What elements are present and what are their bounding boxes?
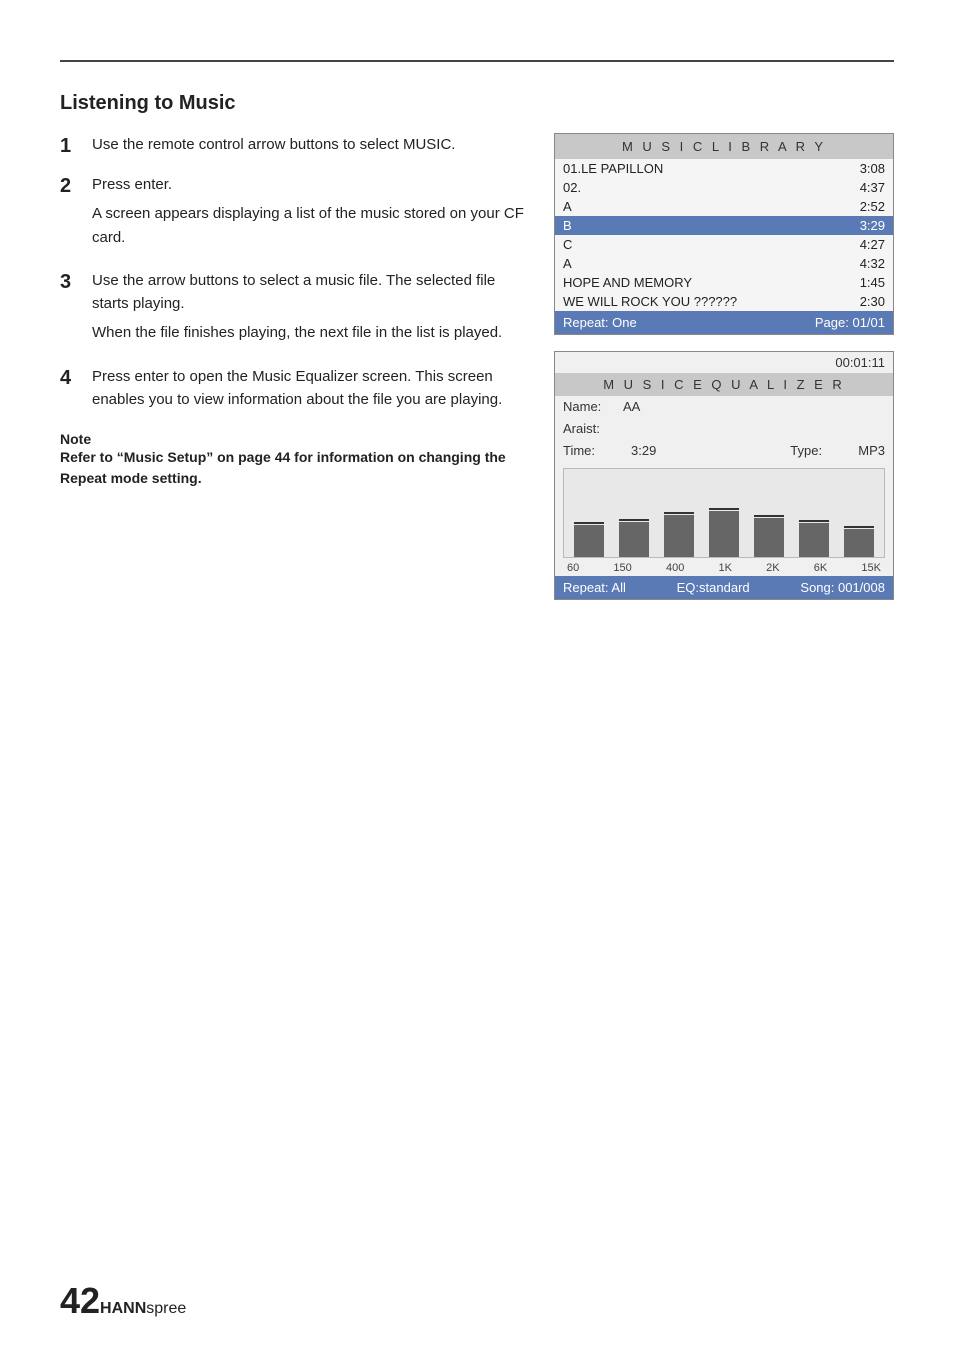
- eq-footer: Repeat: All EQ:standard Song: 001/008: [555, 576, 893, 599]
- library-footer: Repeat: One Page: 01/01: [555, 311, 893, 334]
- library-track-row: C4:27: [555, 235, 893, 254]
- eq-bars-container: [563, 468, 885, 558]
- note-text: Refer to “Music Setup” on page 44 for in…: [60, 447, 524, 489]
- track-name: A: [555, 254, 833, 273]
- track-duration: 2:30: [833, 292, 893, 311]
- track-name: 02.: [555, 178, 833, 197]
- step-1-text: Use the remote control arrow buttons to …: [92, 136, 455, 153]
- library-repeat: Repeat: One: [563, 315, 637, 330]
- eq-labels: 60 150 400 1K 2K 6K 15K: [555, 560, 893, 576]
- track-duration: 4:27: [833, 235, 893, 254]
- note-block: Note Refer to “Music Setup” on page 44 f…: [60, 431, 524, 489]
- eq-mode: EQ:standard: [677, 580, 750, 595]
- eq-bar-group: [703, 473, 746, 557]
- library-header: M U S I C L I B R A R Y: [555, 134, 893, 159]
- library-track-row: 01.LE PAPILLON3:08: [555, 159, 893, 178]
- music-eq-panel: 00:01:11 M U S I C E Q U A L I Z E R Nam…: [554, 351, 894, 600]
- step-2-number: 2: [60, 173, 82, 255]
- brand-hann: HANN: [100, 1300, 146, 1317]
- top-divider: [60, 60, 894, 62]
- track-duration: 3:29: [833, 216, 893, 235]
- eq-artist-label: Araist:: [563, 418, 623, 440]
- eq-bar-fill: [574, 525, 604, 557]
- eq-freq-label: 6K: [814, 562, 827, 574]
- track-duration: 2:52: [833, 197, 893, 216]
- track-duration: 4:37: [833, 178, 893, 197]
- track-name: C: [555, 235, 833, 254]
- eq-header: M U S I C E Q U A L I Z E R: [555, 373, 893, 396]
- step-1: 1 Use the remote control arrow buttons t…: [60, 133, 524, 159]
- eq-bar-fill: [754, 518, 784, 557]
- eq-bar-fill: [844, 529, 874, 557]
- eq-freq-label: 150: [613, 562, 631, 574]
- library-track-row: A2:52: [555, 197, 893, 216]
- eq-bar-fill: [709, 511, 739, 557]
- step-4: 4 Press enter to open the Music Equalize…: [60, 365, 524, 418]
- step-3-number: 3: [60, 269, 82, 351]
- step-4-line-1: Press enter to open the Music Equalizer …: [92, 365, 524, 412]
- track-name: A: [555, 197, 833, 216]
- eq-freq-label: 1K: [718, 562, 731, 574]
- step-3-line-2: When the file finishes playing, the next…: [92, 321, 524, 344]
- eq-type-value: MP3: [858, 440, 885, 462]
- section-title: Listening to Music: [60, 92, 894, 115]
- library-track-row: B3:29: [555, 216, 893, 235]
- eq-freq-label: 15K: [861, 562, 881, 574]
- eq-bar-group: [568, 473, 611, 557]
- library-track-row: HOPE AND MEMORY1:45: [555, 273, 893, 292]
- note-label: Note: [60, 431, 524, 447]
- eq-name-label: Name:: [563, 396, 623, 418]
- eq-bar-fill: [799, 523, 829, 557]
- eq-bar-fill: [619, 522, 649, 557]
- eq-freq-label: 2K: [766, 562, 779, 574]
- track-name: HOPE AND MEMORY: [555, 273, 833, 292]
- track-duration: 4:32: [833, 254, 893, 273]
- step-2: 2 Press enter. A screen appears displayi…: [60, 173, 524, 255]
- step-3-line-1: Use the arrow buttons to select a music …: [92, 269, 524, 316]
- brand-spree: spree: [146, 1300, 186, 1317]
- eq-info-grid: Name: AA Araist: Time: 3:29 Type:: [555, 396, 893, 462]
- eq-bar-fill: [664, 515, 694, 557]
- track-duration: 3:08: [833, 159, 893, 178]
- eq-type-label: Type:: [790, 440, 850, 462]
- brand-name: HANNspree: [100, 1300, 186, 1318]
- eq-bar-group: [747, 473, 790, 557]
- right-panels: M U S I C L I B R A R Y 01.LE PAPILLON3:…: [554, 133, 894, 600]
- eq-name-row: Name: AA: [563, 396, 885, 418]
- brand-number: 42: [60, 1280, 100, 1322]
- music-library-panel: M U S I C L I B R A R Y 01.LE PAPILLON3:…: [554, 133, 894, 335]
- eq-name-value: AA: [623, 396, 640, 418]
- step-1-number: 1: [60, 133, 82, 159]
- eq-freq-label: 400: [666, 562, 684, 574]
- step-4-number: 4: [60, 365, 82, 418]
- step-2-line-2: A screen appears displaying a list of th…: [92, 202, 524, 249]
- library-track-row: 02.4:37: [555, 178, 893, 197]
- eq-artist-row: Araist:: [563, 418, 885, 440]
- step-3: 3 Use the arrow buttons to select a musi…: [60, 269, 524, 351]
- eq-bar-group: [792, 473, 835, 557]
- step-2-line-1: Press enter.: [92, 173, 524, 196]
- eq-time-display: 00:01:11: [555, 352, 893, 373]
- library-track-row: WE WILL ROCK YOU ??????2:30: [555, 292, 893, 311]
- eq-time-label: Time:: [563, 440, 623, 462]
- eq-bar-group: [613, 473, 656, 557]
- track-name: B: [555, 216, 833, 235]
- eq-song: Song: 001/008: [800, 580, 885, 595]
- eq-bar-group: [658, 473, 701, 557]
- eq-bar-group: [837, 473, 880, 557]
- eq-time-value: 3:29: [631, 440, 656, 462]
- library-track-row: A4:32: [555, 254, 893, 273]
- library-page: Page: 01/01: [815, 315, 885, 330]
- eq-time: 00:01:11: [835, 355, 885, 370]
- track-name: 01.LE PAPILLON: [555, 159, 833, 178]
- steps-column: 1 Use the remote control arrow buttons t…: [60, 133, 524, 489]
- track-name: WE WILL ROCK YOU ??????: [555, 292, 833, 311]
- bottom-branding: 42 HANNspree: [60, 1280, 186, 1322]
- track-duration: 1:45: [833, 273, 893, 292]
- library-table: 01.LE PAPILLON3:0802.4:37A2:52B3:29C4:27…: [555, 159, 893, 311]
- eq-repeat: Repeat: All: [563, 580, 626, 595]
- eq-time-row: Time: 3:29 Type: MP3: [563, 440, 885, 462]
- eq-freq-label: 60: [567, 562, 579, 574]
